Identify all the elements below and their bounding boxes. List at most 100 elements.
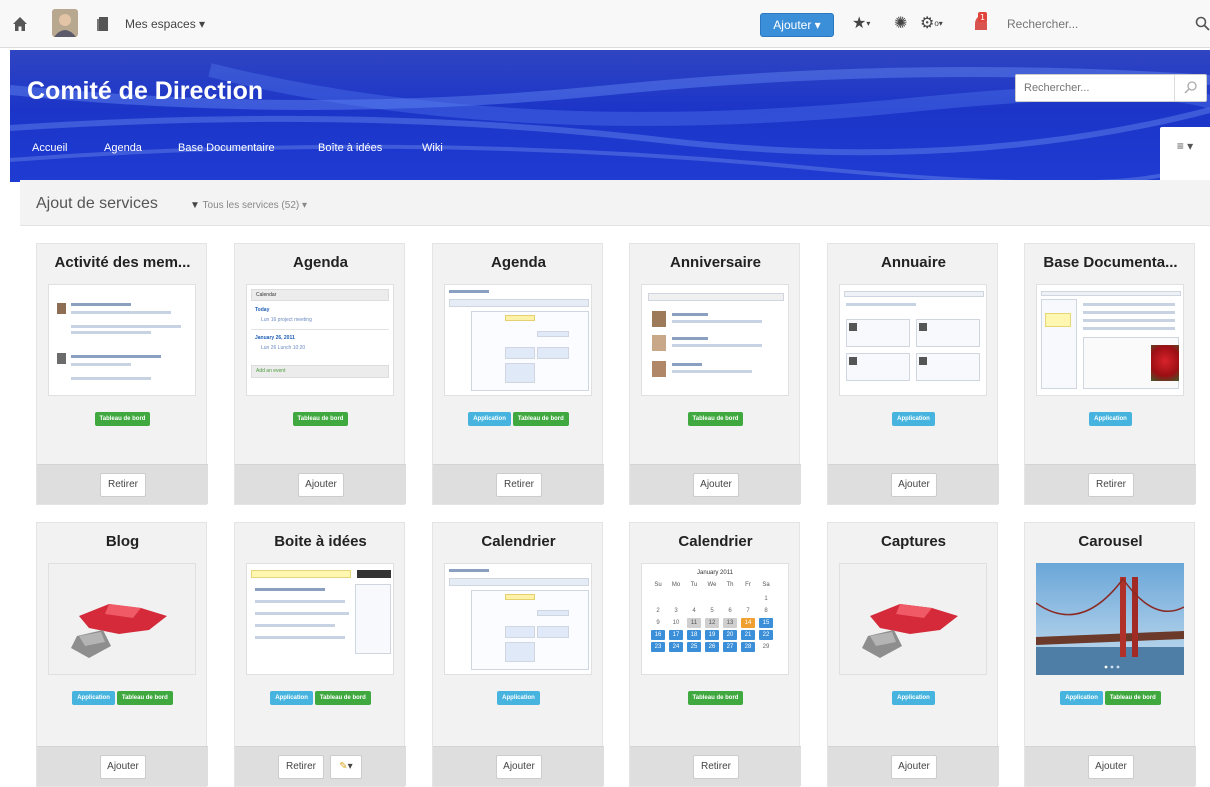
mini-calendar-day: 7	[746, 608, 750, 614]
remove-service-button[interactable]: Retirer	[693, 755, 739, 779]
remove-service-button[interactable]: Retirer	[278, 755, 324, 779]
remove-service-button[interactable]: Retirer	[100, 473, 146, 497]
mini-calendar-day: 6	[728, 608, 732, 614]
filter-icon: ▼	[190, 200, 200, 211]
mini-calendar-day: 19	[705, 630, 719, 640]
nav-item-wiki[interactable]: Wiki	[422, 142, 443, 154]
nav-item-agenda[interactable]: Agenda	[104, 142, 142, 154]
mini-calendar-day: 20	[723, 630, 737, 640]
mini-calendar-day: 10	[672, 620, 680, 626]
service-title: Boite à idées	[274, 533, 367, 550]
mini-calendar-day-header: Mo	[671, 582, 681, 588]
thumb-month-label: January 2011	[697, 570, 733, 576]
mini-calendar-day: 11	[687, 618, 701, 628]
mini-calendar-day: 23	[651, 642, 665, 652]
service-title: Calendrier	[481, 533, 556, 550]
mini-calendar-day-header: Tu	[690, 582, 698, 588]
service-preview-image	[48, 284, 196, 396]
nav-item-accueil[interactable]: Accueil	[32, 142, 67, 154]
mini-calendar-day: 22	[759, 630, 773, 640]
service-preview-image: Calendar Today Lun 16 project meeting Ja…	[246, 284, 394, 396]
space-search-input[interactable]	[1016, 75, 1166, 101]
mini-calendar-day: 12	[705, 618, 719, 628]
service-title: Calendrier	[678, 533, 753, 550]
service-card: Agenda Application Tableau de bord Retire…	[432, 243, 604, 505]
service-preview-image	[1036, 284, 1184, 396]
tag-badge: Tableau de bord	[512, 412, 569, 426]
edit-dropdown-button[interactable]: ✎▾	[330, 755, 362, 779]
remove-service-button[interactable]: Retirer	[496, 473, 542, 497]
service-preview-image: January 2011 Su Mo Tu We Th Fr Sa 1 2 3 4 5 6 7 8 9 10 11…	[641, 563, 789, 675]
mini-calendar-day-header: Th	[726, 582, 734, 588]
add-service-button[interactable]: Ajouter	[100, 755, 146, 779]
mini-calendar-day: 8	[764, 608, 768, 614]
service-title: Base Documenta...	[1043, 254, 1178, 271]
service-card: Calendrier January 2011 Su Mo Tu We Th Fr Sa 1 2…	[629, 522, 801, 787]
home-icon[interactable]	[12, 16, 28, 32]
add-service-button[interactable]: Ajouter	[496, 755, 542, 779]
notification-count: 1	[980, 13, 985, 22]
thumb-event-sub: Lun 16 project meeting	[261, 317, 312, 323]
service-preview-image	[641, 284, 789, 396]
mini-calendar-day: 14	[741, 618, 755, 628]
mini-calendar-day: 21	[741, 630, 755, 640]
space-menu-button[interactable]: ≡ ▾	[1160, 127, 1210, 182]
service-card: Boite à idées Application Tableau de bord…	[234, 522, 406, 787]
services-header: Ajout de services ▼ Tous les services (5…	[20, 180, 1210, 226]
mini-calendar-day: 25	[687, 642, 701, 652]
favorites-star-icon[interactable]: ★▾	[852, 15, 870, 33]
service-card: Agenda Calendar Today Lun 16 project mee…	[234, 243, 406, 505]
add-service-button[interactable]: Ajouter	[693, 473, 739, 497]
nav-item-base-documentaire[interactable]: Base Documentaire	[178, 142, 275, 154]
bridge-photo	[1036, 563, 1184, 675]
nav-item-boite-a-idees[interactable]: Boîte à idées	[318, 142, 382, 154]
service-preview-image	[444, 563, 592, 675]
add-service-button[interactable]: Ajouter	[298, 473, 344, 497]
tag-badge: Tableau de bord	[94, 412, 151, 426]
tag-badge: Application	[892, 412, 935, 426]
user-avatar[interactable]	[52, 9, 78, 37]
service-preview-image	[444, 284, 592, 396]
service-title: Annuaire	[880, 254, 946, 271]
service-title: Agenda	[490, 254, 546, 271]
mini-calendar-day: 18	[687, 630, 701, 640]
service-title: Anniversaire	[670, 254, 761, 271]
service-preview-image	[48, 563, 196, 675]
tag-badge: Application	[497, 691, 540, 705]
notification-bell-icon[interactable]: 1	[972, 10, 990, 32]
spaces-dropdown[interactable]: Mes espaces ▾	[125, 17, 205, 31]
top-bar: Mes espaces ▾ Ajouter ▾ ★▾ ✺ ⚙o▾ 1	[0, 0, 1210, 48]
puzzle-pieces-icon	[71, 604, 167, 658]
services-title: Ajout de services	[36, 195, 158, 212]
search-icon[interactable]	[1195, 16, 1210, 31]
service-title: Activité des mem...	[54, 254, 191, 271]
service-card: Carousel Application Tableau de bord Ajou…	[1024, 522, 1196, 787]
tag-badge: Tableau de bord	[687, 412, 744, 426]
space-banner: Comité de Direction Accueil Agenda Base …	[10, 50, 1210, 182]
service-card: Calendrier Application Ajouter	[432, 522, 604, 787]
tag-badge: Tableau de bord	[1104, 691, 1161, 705]
tag-badge: Application	[72, 691, 115, 705]
bug-icon[interactable]: ✺	[894, 15, 907, 33]
top-search-input[interactable]	[1003, 10, 1198, 38]
add-service-button[interactable]: Ajouter	[891, 755, 937, 779]
services-filter-dropdown[interactable]: ▼ Tous les services (52) ▾	[190, 200, 307, 211]
tag-badge: Application	[1060, 691, 1103, 705]
add-service-button[interactable]: Ajouter	[891, 473, 937, 497]
add-service-button[interactable]: Ajouter	[1088, 755, 1134, 779]
space-search-button[interactable]	[1174, 75, 1206, 101]
thumb-event-title: Today	[255, 307, 270, 313]
service-preview-image	[839, 284, 987, 396]
spaces-icon[interactable]	[95, 16, 111, 32]
mini-calendar-day: 28	[741, 642, 755, 652]
mini-calendar-day: 9	[656, 620, 660, 626]
dropdown-caret: ▾	[347, 761, 353, 772]
mini-calendar-day: 29	[762, 644, 770, 650]
remove-service-button[interactable]: Retirer	[1088, 473, 1134, 497]
add-button[interactable]: Ajouter ▾	[760, 13, 834, 37]
mini-calendar-day: 2	[656, 608, 660, 614]
service-title: Agenda	[292, 254, 348, 271]
thumb-event-sub: Lun 26 Lunch 10:20	[261, 345, 306, 351]
search-icon	[1184, 81, 1197, 94]
settings-gears-icon[interactable]: ⚙o▾	[920, 15, 943, 33]
